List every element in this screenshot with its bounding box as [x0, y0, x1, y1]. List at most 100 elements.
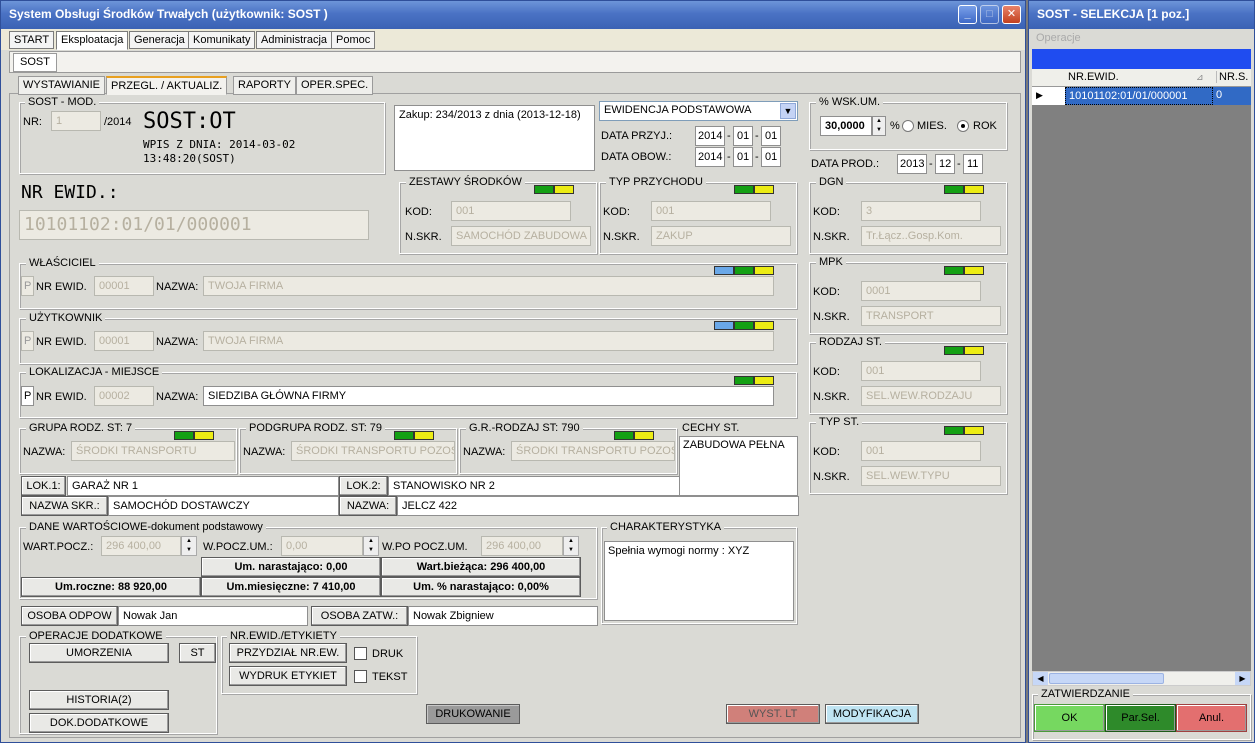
dgn-nskr-field[interactable]: Tr.Łącz..Gosp.Kom.: [861, 226, 1001, 246]
tab-oper-spec[interactable]: OPER.SPEC.: [296, 76, 374, 95]
lok2-field[interactable]: STANOWISKO NR 2: [388, 476, 680, 496]
yellow-action-icon[interactable]: [754, 321, 774, 330]
yellow-action-icon[interactable]: [414, 431, 434, 440]
data-obow-month[interactable]: 01: [733, 147, 753, 167]
grupa-nazwa-field[interactable]: ŚRODKI TRANSPORTU: [71, 441, 235, 461]
mies-radio[interactable]: [902, 120, 914, 132]
lokalizacja-nr-field[interactable]: 00002: [94, 386, 154, 406]
tab-przegl-aktualiz[interactable]: PRZEGL. / AKTUALIZ.: [106, 76, 228, 95]
spinner-icon[interactable]: ▲ ▼: [563, 536, 579, 556]
dgn-kod-field[interactable]: 3: [861, 201, 981, 221]
yellow-action-icon[interactable]: [964, 266, 984, 275]
operacje-menu[interactable]: Operacje: [1032, 29, 1251, 49]
ok-button[interactable]: OK: [1034, 704, 1105, 732]
typ-st-nskr-field[interactable]: SEL.WEW.TYPU: [861, 466, 1001, 486]
rok-radio[interactable]: [957, 120, 969, 132]
tab-pomoc[interactable]: Pomoc: [331, 31, 376, 49]
osoba-zatw-field[interactable]: Nowak Zbigniew: [408, 606, 598, 626]
data-przyj-day[interactable]: 01: [761, 126, 781, 146]
umorzenia-button[interactable]: UMORZENIA: [29, 643, 169, 663]
wydruk-button[interactable]: WYDRUK ETYKIET: [229, 666, 347, 686]
data-obow-year[interactable]: 2014: [695, 147, 725, 167]
green-action-icon[interactable]: [614, 431, 634, 440]
zestawy-nskr-field[interactable]: SAMOCHÓD ZABUDOWA: [451, 226, 591, 246]
horizontal-scrollbar[interactable]: ◀ ▶: [1032, 671, 1251, 686]
typ-przychodu-kod-field[interactable]: 001: [651, 201, 771, 221]
close-icon[interactable]: ✕: [1002, 5, 1021, 24]
historia-button[interactable]: HISTORIA(2): [29, 690, 169, 710]
green-action-icon[interactable]: [394, 431, 414, 440]
rodzaj-st-nskr-field[interactable]: SEL.WEW.RODZAJU: [861, 386, 1001, 406]
tab-eksploatacja[interactable]: Eksploatacja: [56, 31, 129, 50]
nr-ewid-field[interactable]: 10101102:01/01/000001: [19, 210, 369, 240]
green-action-icon[interactable]: [734, 185, 754, 194]
uzytkownik-nr-field[interactable]: 00001: [94, 331, 154, 351]
spinner-icon[interactable]: ▲ ▼: [181, 536, 197, 556]
tab-sost[interactable]: SOST: [13, 53, 57, 72]
osoba-zatw-button[interactable]: OSOBA ZATW.:: [311, 606, 408, 626]
green-action-icon[interactable]: [734, 376, 754, 385]
spinner-icon[interactable]: ▲ ▼: [872, 116, 886, 136]
yellow-action-icon[interactable]: [754, 266, 774, 275]
uzytkownik-p-button[interactable]: P: [21, 331, 34, 351]
scroll-right-icon[interactable]: ▶: [1235, 672, 1250, 685]
green-action-icon[interactable]: [734, 321, 754, 330]
nazwa-skr-field[interactable]: SAMOCHÓD DOSTAWCZY: [108, 496, 339, 516]
data-prod-day[interactable]: 11: [963, 154, 983, 174]
tekst-checkbox[interactable]: [354, 670, 367, 683]
nr-field[interactable]: 1: [51, 111, 101, 131]
parsel-button[interactable]: Par.Sel.: [1105, 704, 1176, 732]
maximize-icon[interactable]: □: [980, 5, 999, 24]
wlasciciel-p-button[interactable]: P: [21, 276, 34, 296]
mpk-kod-field[interactable]: 0001: [861, 281, 981, 301]
osoba-odpow-button[interactable]: OSOBA ODPOW: [21, 606, 118, 626]
rodzaj-st-kod-field[interactable]: 001: [861, 361, 981, 381]
col-nr-s-header[interactable]: NR.S.: [1216, 71, 1248, 83]
blue-action-icon[interactable]: [714, 321, 734, 330]
zestawy-kod-field[interactable]: 001: [451, 201, 571, 221]
tab-raporty[interactable]: RAPORTY: [233, 76, 296, 95]
table-row[interactable]: ▶ 10101102:01/01/000001 0: [1032, 87, 1251, 105]
yellow-action-icon[interactable]: [554, 185, 574, 194]
scroll-thumb[interactable]: [1049, 673, 1164, 684]
green-action-icon[interactable]: [174, 431, 194, 440]
wlasciciel-nr-field[interactable]: 00001: [94, 276, 154, 296]
col-nr-ewid-header[interactable]: NR.EWID.: [1068, 71, 1119, 83]
druk-checkbox[interactable]: [354, 647, 367, 660]
osoba-odpow-field[interactable]: Nowak Jan: [118, 606, 308, 626]
lokalizacja-nazwa-field[interactable]: SIEDZIBA GŁÓWNA FIRMY: [203, 386, 774, 406]
yellow-action-icon[interactable]: [754, 376, 774, 385]
minimize-icon[interactable]: _: [958, 5, 977, 24]
tab-generacja[interactable]: Generacja: [129, 31, 190, 49]
w-po-field[interactable]: 296 400,00: [481, 536, 563, 556]
data-prod-year[interactable]: 2013: [897, 154, 927, 174]
green-action-icon[interactable]: [944, 266, 964, 275]
yellow-action-icon[interactable]: [194, 431, 214, 440]
data-prod-month[interactable]: 12: [935, 154, 955, 174]
data-obow-day[interactable]: 01: [761, 147, 781, 167]
st-button[interactable]: ST: [179, 643, 216, 663]
nazwa-button[interactable]: NAZWA:: [339, 496, 397, 516]
anul-button[interactable]: Anul.: [1176, 704, 1247, 732]
green-action-icon[interactable]: [944, 346, 964, 355]
green-action-icon[interactable]: [944, 185, 964, 194]
lok2-button[interactable]: LOK.2:: [339, 476, 388, 496]
yellow-action-icon[interactable]: [754, 185, 774, 194]
uzytkownik-nazwa-field[interactable]: TWOJA FIRMA: [203, 331, 774, 351]
lok1-field[interactable]: GARAŻ NR 1: [67, 476, 339, 496]
green-action-icon[interactable]: [944, 426, 964, 435]
typ-przychodu-nskr-field[interactable]: ZAKUP: [651, 226, 791, 246]
green-action-icon[interactable]: [734, 266, 754, 275]
nazwa-field[interactable]: JELCZ 422: [397, 496, 799, 516]
tab-start[interactable]: START: [9, 31, 55, 49]
yellow-action-icon[interactable]: [964, 185, 984, 194]
wsk-um-input[interactable]: 30,0000: [820, 116, 872, 136]
wyst-lt-button[interactable]: WYST. LT: [726, 704, 820, 724]
cechy-box[interactable]: ZABUDOWA PEŁNA: [679, 436, 798, 496]
zakup-box[interactable]: Zakup: 234/2013 z dnia (2013-12-18): [394, 105, 595, 171]
tab-administracja[interactable]: Administracja: [256, 31, 333, 49]
yellow-action-icon[interactable]: [634, 431, 654, 440]
spinner-icon[interactable]: ▲ ▼: [363, 536, 379, 556]
wart-pocz-field[interactable]: 296 400,00: [101, 536, 181, 556]
blue-action-icon[interactable]: [714, 266, 734, 275]
